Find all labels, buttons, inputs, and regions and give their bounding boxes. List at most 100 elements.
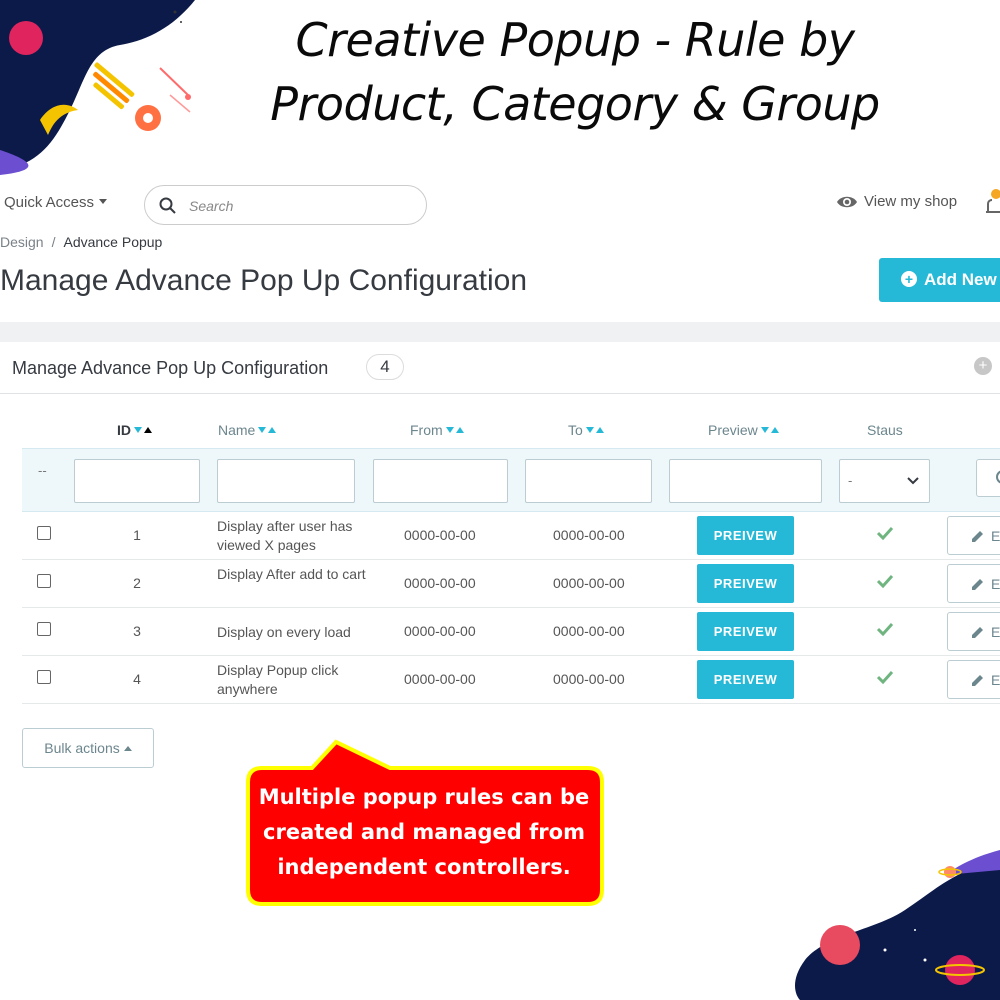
breadcrumb-current: Advance Popup [63, 234, 163, 250]
panel-add-icon[interactable]: + [974, 357, 992, 375]
filter-status-select[interactable]: - [839, 459, 930, 503]
caret-down-icon [99, 199, 108, 204]
row-from: 0000-00-00 [404, 575, 476, 591]
row-checkbox[interactable] [37, 622, 51, 636]
filter-row: -- - [22, 448, 1000, 512]
column-header-name[interactable]: Name [218, 422, 277, 438]
row-to: 0000-00-00 [553, 671, 625, 687]
column-header-preview[interactable]: Preview [708, 422, 779, 438]
row-name: Display After add to cart [217, 566, 366, 582]
content-divider [0, 322, 1000, 342]
chevron-down-icon [907, 477, 919, 485]
plus-circle-icon: + [901, 271, 917, 287]
edit-label: E [991, 527, 1000, 544]
row-id: 3 [133, 623, 141, 639]
breadcrumb-design[interactable]: Design [0, 234, 44, 250]
filter-status-value: - [848, 473, 853, 488]
add-new-button[interactable]: + Add New [879, 258, 1000, 302]
promo-banner-title: Creative Popup - Rule by Product, Catego… [250, 8, 900, 136]
row-id: 4 [133, 671, 141, 687]
table-row: 1 Display after user has viewed X pages … [22, 512, 1000, 560]
edit-label: E [991, 671, 1000, 688]
pencil-icon [972, 674, 983, 686]
column-preview-label: Preview [708, 422, 758, 438]
panel-title: Manage Advance Pop Up Configuration [12, 358, 329, 378]
pencil-icon [972, 626, 983, 638]
row-name: Display after user has viewed X pages [217, 518, 353, 553]
column-to-label: To [568, 422, 583, 438]
preview-button[interactable]: PREIVEW [697, 516, 794, 555]
column-name-label: Name [218, 422, 256, 438]
add-new-label: Add New [924, 270, 997, 289]
row-to: 0000-00-00 [553, 575, 625, 591]
filter-to-input[interactable] [525, 459, 652, 503]
row-to: 0000-00-00 [553, 527, 625, 543]
column-header-to[interactable]: To [568, 422, 604, 438]
pencil-icon [972, 578, 983, 590]
filter-search-button[interactable] [976, 459, 1000, 497]
bell-icon [986, 189, 1000, 213]
sort-icon[interactable] [760, 422, 779, 438]
sort-icon[interactable] [585, 422, 604, 438]
column-header-id[interactable]: ID [117, 422, 152, 438]
view-my-shop-link[interactable]: View my shop [836, 193, 957, 210]
status-check-icon[interactable] [877, 622, 893, 636]
edit-button[interactable]: E [947, 564, 1000, 603]
edit-button[interactable]: E [947, 612, 1000, 651]
banner-line-2: Product, Category & Group [270, 77, 880, 131]
filter-dash: -- [38, 463, 47, 478]
column-header-from[interactable]: From [410, 422, 464, 438]
status-check-icon[interactable] [877, 526, 893, 540]
quick-access-label: Quick Access [4, 194, 95, 211]
breadcrumb-separator: / [51, 234, 56, 250]
row-checkbox[interactable] [37, 574, 51, 588]
page-title: Manage Advance Pop Up Configuration [0, 264, 528, 297]
quick-access-menu[interactable]: Quick Access [4, 194, 108, 211]
row-checkbox[interactable] [37, 670, 51, 684]
callout-line-3: independent controllers. [277, 855, 571, 879]
column-header-status: Staus [867, 422, 903, 438]
caret-up-icon [123, 746, 132, 751]
status-check-icon[interactable] [877, 574, 893, 588]
filter-id-input[interactable] [74, 459, 200, 503]
breadcrumb: Design / Advance Popup [0, 234, 162, 250]
row-checkbox[interactable] [37, 526, 51, 540]
search-input[interactable] [189, 195, 409, 217]
row-name: Display Popup click anywhere [217, 662, 339, 697]
config-list-panel: Manage Advance Pop Up Configuration 4 + … [0, 342, 1000, 792]
row-from: 0000-00-00 [404, 623, 476, 639]
edit-button[interactable]: E [947, 660, 1000, 699]
sort-icon[interactable] [258, 422, 277, 438]
sort-icon[interactable] [134, 422, 152, 438]
eye-icon [837, 196, 857, 208]
filter-from-input[interactable] [373, 459, 508, 503]
column-id-label: ID [117, 422, 131, 438]
filter-preview-input[interactable] [669, 459, 822, 503]
bulk-actions-button[interactable]: Bulk actions [22, 728, 154, 768]
space-illustration-bottom [795, 850, 1000, 1000]
row-from: 0000-00-00 [404, 527, 476, 543]
row-id: 1 [133, 527, 141, 543]
callout-line-2: created and managed from [263, 820, 585, 844]
count-badge: 4 [366, 354, 404, 380]
preview-button[interactable]: PREIVEW [697, 564, 794, 603]
sort-icon[interactable] [445, 422, 464, 438]
search-box[interactable] [144, 185, 427, 225]
pencil-icon [972, 530, 983, 542]
search-icon [159, 197, 176, 214]
row-from: 0000-00-00 [404, 671, 476, 687]
panel-header: Manage Advance Pop Up Configuration 4 + [0, 342, 1000, 394]
preview-button[interactable]: PREIVEW [697, 660, 794, 699]
preview-button[interactable]: PREIVEW [697, 612, 794, 651]
status-check-icon[interactable] [877, 670, 893, 684]
bulk-actions-label: Bulk actions [44, 740, 120, 756]
callout-line-1: Multiple popup rules can be [258, 785, 590, 809]
edit-button[interactable]: E [947, 516, 1000, 555]
space-illustration-top [0, 0, 195, 175]
column-from-label: From [410, 422, 443, 438]
notifications-button[interactable] [986, 188, 1000, 221]
table-row: 4 Display Popup click anywhere 0000-00-0… [22, 656, 1000, 704]
edit-label: E [991, 575, 1000, 592]
filter-name-input[interactable] [217, 459, 355, 503]
row-to: 0000-00-00 [553, 623, 625, 639]
